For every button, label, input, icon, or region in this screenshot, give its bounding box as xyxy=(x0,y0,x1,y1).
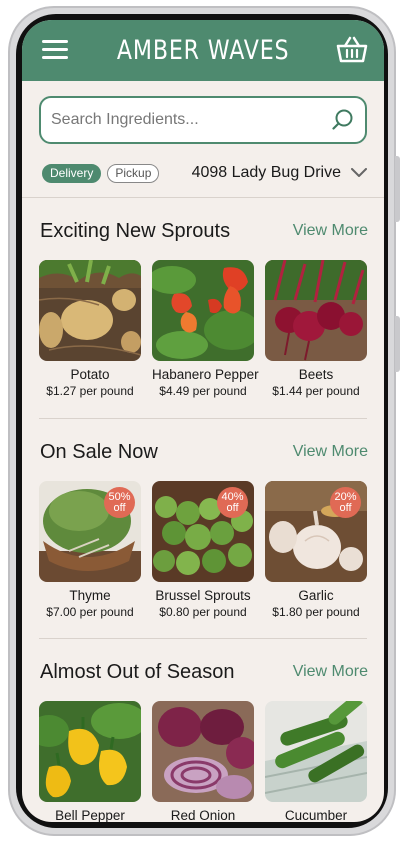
product-price: $1.44 per pound xyxy=(272,384,360,398)
discount-percent: 50% xyxy=(108,490,131,503)
search-icon[interactable] xyxy=(331,108,355,132)
garlic-image: 20% off xyxy=(265,481,367,582)
cucumber-image xyxy=(265,701,367,802)
product-card-beets[interactable]: Beets $1.44 per pound xyxy=(265,260,367,398)
product-price: $4.49 per pound xyxy=(159,384,247,398)
bell-pepper-image xyxy=(39,701,141,802)
section-on-sale: On Sale Now View More 50% off Thyme $7.0… xyxy=(22,437,384,619)
product-price: $1.80 per pound xyxy=(272,605,360,619)
hamburger-menu-icon[interactable] xyxy=(42,40,68,60)
discount-label: off xyxy=(226,501,239,514)
section-new-sprouts: Exciting New Sprouts View More Potato $1… xyxy=(22,216,384,398)
app-header: AMBER WAVES xyxy=(22,20,384,81)
search-input[interactable] xyxy=(51,111,331,129)
product-card-brussel-sprouts[interactable]: 40% off Brussel Sprouts $0.80 per pound xyxy=(152,481,254,619)
section-title: On Sale Now xyxy=(40,440,158,463)
brussel-sprouts-image: 40% off xyxy=(152,481,254,582)
divider xyxy=(39,638,367,639)
product-name: Potato xyxy=(70,367,110,382)
product-card-habanero[interactable]: Habanero Pepper $4.49 per pound xyxy=(152,260,259,398)
product-card-cucumber[interactable]: Cucumber xyxy=(265,701,367,822)
product-price: $7.00 per pound xyxy=(46,605,134,619)
beets-image xyxy=(265,260,367,361)
product-name: Red Onion xyxy=(170,808,236,822)
address-text: 4098 Lady Bug Drive xyxy=(191,164,341,181)
habanero-image xyxy=(152,260,254,361)
discount-label: off xyxy=(113,501,126,514)
pickup-toggle[interactable]: Pickup xyxy=(107,163,160,183)
product-name: Habanero Pepper xyxy=(152,367,259,382)
product-name: Cucumber xyxy=(284,808,348,822)
section-title: Exciting New Sprouts xyxy=(40,219,231,242)
product-name: Brussel Sprouts xyxy=(155,588,251,603)
product-card-garlic[interactable]: 20% off Garlic $1.80 per pound xyxy=(265,481,367,619)
discount-label: off xyxy=(339,501,352,514)
product-name: Beets xyxy=(298,367,334,382)
product-name: Thyme xyxy=(69,588,111,603)
product-price: $1.27 per pound xyxy=(46,384,134,398)
discount-percent: 40% xyxy=(221,490,244,503)
product-card-thyme[interactable]: 50% off Thyme $7.00 per pound xyxy=(39,481,141,619)
product-card-potato[interactable]: Potato $1.27 per pound xyxy=(39,260,141,398)
chevron-down-icon xyxy=(351,168,367,177)
product-card-red-onion[interactable]: Red Onion xyxy=(152,701,254,822)
address-selector[interactable]: 4098 Lady Bug Drive xyxy=(192,164,367,182)
discount-badge: 20% off xyxy=(330,487,361,518)
discount-percent: 20% xyxy=(334,490,357,503)
divider xyxy=(22,197,384,198)
product-name: Bell Pepper xyxy=(55,808,125,822)
view-more-link[interactable]: View More xyxy=(293,222,368,240)
discount-badge: 40% off xyxy=(217,487,248,518)
app-screen: AMBER WAVES Delivery Pickup 4098 Lady Bu… xyxy=(22,20,384,822)
discount-badge: 50% off xyxy=(104,487,135,518)
divider xyxy=(39,418,367,419)
basket-icon[interactable] xyxy=(336,36,368,64)
view-more-link[interactable]: View More xyxy=(293,663,368,681)
section-title: Almost Out of Season xyxy=(40,660,235,683)
product-price: $0.80 per pound xyxy=(159,605,247,619)
potato-image xyxy=(39,260,141,361)
search-bar xyxy=(39,96,367,144)
phone-side-button xyxy=(395,156,400,222)
phone-side-button xyxy=(395,316,400,372)
thyme-image: 50% off xyxy=(39,481,141,582)
delivery-toggle[interactable]: Delivery xyxy=(42,163,102,183)
product-card-bell-pepper[interactable]: Bell Pepper xyxy=(39,701,141,822)
red-onion-image xyxy=(152,701,254,802)
brand-logo: AMBER WAVES xyxy=(116,35,290,66)
fulfillment-row: Delivery Pickup 4098 Lady Bug Drive xyxy=(42,162,367,184)
section-out-of-season: Almost Out of Season View More Bell Pepp… xyxy=(22,657,384,822)
view-more-link[interactable]: View More xyxy=(293,443,368,461)
product-name: Garlic xyxy=(298,588,334,603)
